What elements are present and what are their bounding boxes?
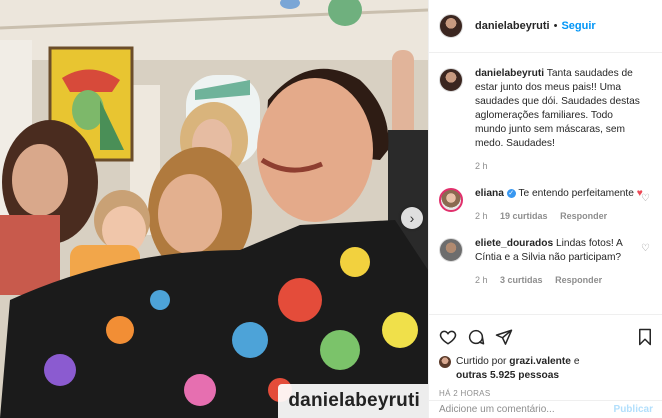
- comment-item: eliete_dourados Lindas fotos! A Cíntia e…: [439, 237, 652, 287]
- follow-button[interactable]: Seguir: [561, 20, 595, 32]
- share-icon[interactable]: [495, 328, 513, 346]
- comment-username[interactable]: eliana: [475, 188, 504, 199]
- comment-username[interactable]: eliete_dourados: [475, 238, 553, 249]
- post-actions: Curtido por grazi.valente e outras 5.925…: [429, 314, 662, 398]
- comment-input[interactable]: Adicione um comentário...: [439, 404, 614, 415]
- add-comment-bar: Adicione um comentário... Publicar: [429, 400, 662, 418]
- liker-avatar[interactable]: [439, 356, 451, 368]
- publish-button[interactable]: Publicar: [614, 404, 653, 415]
- next-photo-button[interactable]: ›: [401, 207, 423, 229]
- author-username[interactable]: danielabeyruti: [475, 20, 550, 32]
- comment-likes[interactable]: 3 curtidas: [500, 275, 543, 285]
- reply-button[interactable]: Responder: [560, 211, 607, 221]
- like-comment-heart-icon[interactable]: ♡: [641, 243, 650, 254]
- verified-badge-icon: ✓: [506, 188, 516, 198]
- caption-time: 2 h: [475, 161, 488, 171]
- save-bookmark-icon[interactable]: [637, 328, 653, 346]
- liker-username[interactable]: grazi.valente: [509, 356, 571, 367]
- caption-avatar[interactable]: [439, 68, 463, 92]
- liked-by-and: e: [573, 356, 580, 367]
- comment-time: 2 h: [475, 211, 488, 221]
- caption-username[interactable]: danielabeyruti: [475, 68, 544, 79]
- comment-time: 2 h: [475, 275, 488, 285]
- post-header: danielabeyruti • Seguir: [429, 0, 662, 53]
- likes-count[interactable]: outras 5.925 pessoas: [456, 370, 559, 381]
- chevron-right-icon: ›: [409, 210, 415, 226]
- photo-watermark: danielabeyruti: [278, 384, 428, 418]
- commenter-avatar[interactable]: [439, 238, 463, 262]
- likes-summary: Curtido por grazi.valente e outras 5.925…: [439, 355, 653, 383]
- like-comment-heart-icon[interactable]: ♡: [641, 193, 650, 204]
- author-avatar[interactable]: [439, 14, 463, 38]
- separator-dot: •: [553, 20, 558, 32]
- caption-text: Tanta saudades de estar junto dos meus p…: [475, 68, 640, 149]
- comments-list: danielabeyruti Tanta saudades de estar j…: [429, 53, 662, 287]
- post-photo[interactable]: › danielabeyruti: [0, 0, 428, 418]
- comment-text: Te entendo perfeitamente: [518, 188, 634, 199]
- post-sidebar: danielabeyruti • Seguir danielabeyruti T…: [428, 0, 662, 418]
- photo-scene: [0, 0, 428, 418]
- comment-item: eliana ✓ Te entendo perfeitamente ♥ 2 h …: [439, 187, 652, 223]
- like-heart-icon[interactable]: [439, 328, 457, 346]
- caption: danielabeyruti Tanta saudades de estar j…: [439, 67, 652, 173]
- comment-likes[interactable]: 19 curtidas: [500, 211, 548, 221]
- post-timestamp[interactable]: HÁ 2 HORAS: [439, 389, 653, 398]
- comment-icon[interactable]: [467, 328, 485, 346]
- commenter-avatar[interactable]: [439, 188, 463, 212]
- reply-button[interactable]: Responder: [555, 275, 602, 285]
- liked-by-prefix: Curtido por: [456, 356, 507, 367]
